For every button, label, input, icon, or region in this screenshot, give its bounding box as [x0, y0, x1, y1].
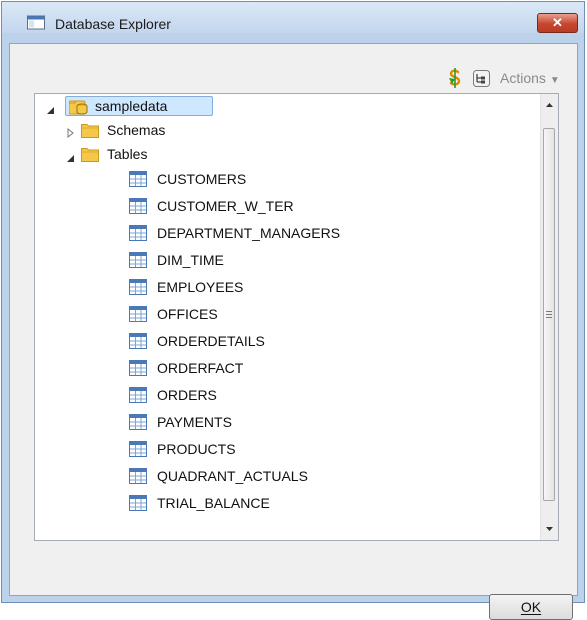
dialog-content: Actions ▼ sampledata Schemas Tables CUST… — [9, 43, 578, 620]
table-item-label: DEPARTMENT_MANAGERS — [157, 225, 341, 241]
database-tree[interactable]: sampledata Schemas Tables CUSTOMERS CUST… — [34, 93, 559, 541]
chevron-down-icon: ▼ — [549, 75, 560, 86]
table-item[interactable]: ORDERFACT — [103, 356, 403, 380]
table-item-label: DIM_TIME — [157, 252, 224, 268]
ok-button[interactable]: OK — [489, 594, 573, 620]
table-item[interactable]: ORDERS — [103, 383, 403, 407]
tree-node-label: Schemas — [107, 122, 166, 138]
table-icon — [129, 441, 147, 462]
tree-node-tables[interactable]: Tables — [63, 142, 233, 166]
table-icon — [129, 468, 147, 489]
toolbar: Actions ▼ — [10, 44, 577, 88]
window-icon — [27, 15, 45, 35]
table-item[interactable]: EMPLOYEES — [103, 275, 403, 299]
table-item[interactable]: QUADRANT_ACTUALS — [103, 464, 403, 488]
table-item[interactable]: TRIAL_BALANCE — [103, 491, 403, 515]
refresh-dollar-icon[interactable] — [448, 68, 462, 93]
folder-icon — [81, 146, 99, 167]
table-item[interactable]: CUSTOMERS — [103, 167, 403, 191]
grip-line — [546, 311, 552, 312]
table-item-label: TRIAL_BALANCE — [157, 495, 270, 511]
collapsed-arrow-icon[interactable] — [67, 125, 75, 143]
close-button[interactable]: ✕ — [537, 13, 578, 33]
table-item[interactable]: DEPARTMENT_MANAGERS — [103, 221, 403, 245]
table-icon — [129, 198, 147, 219]
vertical-scrollbar[interactable] — [540, 94, 558, 540]
table-item[interactable]: CUSTOMER_W_TER — [103, 194, 403, 218]
table-icon — [129, 333, 147, 354]
window-title: Database Explorer — [55, 16, 171, 32]
table-item-label: ORDERFACT — [157, 360, 244, 376]
table-icon — [129, 306, 147, 327]
table-item[interactable]: PRODUCTS — [103, 437, 403, 461]
expanded-arrow-icon[interactable] — [67, 150, 75, 168]
table-icon — [129, 387, 147, 408]
table-item-label: CUSTOMER_W_TER — [157, 198, 294, 214]
table-item-label: ORDERS — [157, 387, 217, 403]
table-item-label: PRODUCTS — [157, 441, 236, 457]
database-explorer-window: Database Explorer ✕ Actions ▼ sampledata… — [1, 1, 585, 620]
table-icon — [129, 279, 147, 300]
folder-icon — [81, 122, 99, 143]
scroll-down-arrow-icon[interactable] — [541, 520, 558, 538]
table-icon — [129, 414, 147, 435]
table-item-label: ORDERDETAILS — [157, 333, 265, 349]
table-item[interactable]: ORDERDETAILS — [103, 329, 403, 353]
tree-node-label: Tables — [107, 146, 148, 162]
scrollbar-thumb[interactable] — [543, 128, 555, 501]
table-icon — [129, 171, 147, 192]
tree-view-icon[interactable] — [473, 70, 490, 92]
tree-node-root[interactable]: sampledata — [43, 94, 213, 118]
actions-menu[interactable]: Actions ▼ — [500, 70, 560, 86]
table-item-label: OFFICES — [157, 306, 218, 322]
table-icon — [129, 225, 147, 246]
ok-button-label: OK — [520, 599, 542, 615]
table-item[interactable]: PAYMENTS — [103, 410, 403, 434]
expanded-arrow-icon[interactable] — [47, 102, 55, 120]
scroll-up-arrow-icon[interactable] — [541, 96, 558, 114]
grip-line — [546, 317, 552, 318]
table-item[interactable]: DIM_TIME — [103, 248, 403, 272]
table-item[interactable]: OFFICES — [103, 302, 403, 326]
table-item-label: CUSTOMERS — [157, 171, 247, 187]
close-icon: ✕ — [552, 15, 563, 30]
grip-line — [546, 314, 552, 315]
tree-node-label: sampledata — [95, 98, 168, 114]
table-item-label: QUADRANT_ACTUALS — [157, 468, 308, 484]
table-icon — [129, 252, 147, 273]
title-bar[interactable]: Database Explorer ✕ — [2, 2, 584, 33]
table-item-label: EMPLOYEES — [157, 279, 244, 295]
tree-node-schemas[interactable]: Schemas — [63, 118, 233, 142]
table-item-label: PAYMENTS — [157, 414, 232, 430]
table-icon — [129, 360, 147, 381]
actions-label: Actions — [500, 70, 546, 86]
table-icon — [129, 495, 147, 516]
